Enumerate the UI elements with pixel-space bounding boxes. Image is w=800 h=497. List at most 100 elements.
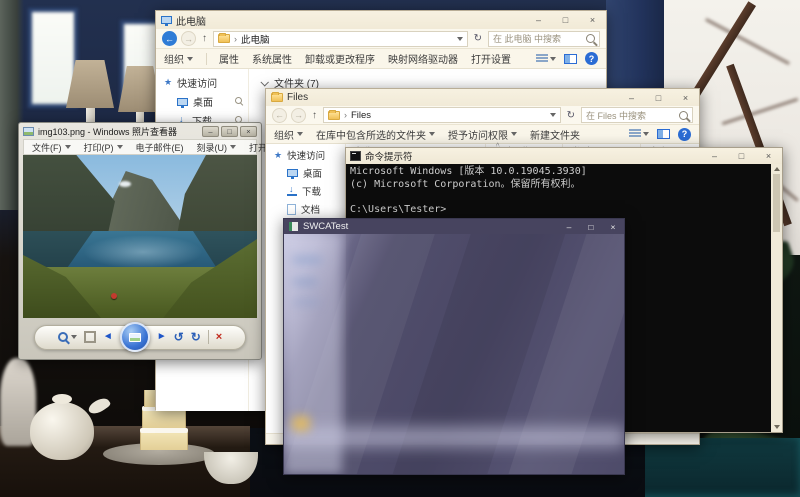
actual-size-button[interactable] — [84, 331, 96, 343]
maximize-button[interactable]: □ — [552, 11, 579, 29]
cmd-icon — [350, 151, 361, 161]
play-slideshow-button[interactable] — [120, 322, 150, 352]
minimize-button[interactable]: – — [558, 219, 580, 234]
uninstall-program-button[interactable]: 卸载或更改程序 — [305, 51, 375, 66]
previous-button[interactable]: ◄ — [103, 332, 113, 342]
menu-burn[interactable]: 刻录(U) — [197, 141, 237, 154]
up-button[interactable]: ↑ — [200, 33, 209, 44]
forward-button[interactable]: → — [181, 31, 196, 46]
sidebar-item-desktop[interactable]: 桌面 — [266, 164, 345, 182]
preview-pane-icon[interactable] — [657, 129, 670, 139]
wallpaper-teapot — [30, 402, 94, 460]
help-icon[interactable]: ? — [678, 128, 691, 141]
quick-access-star-icon: ★ — [164, 77, 172, 88]
cmd-scrollbar[interactable] — [771, 164, 782, 432]
chevron-down-icon — [71, 335, 77, 339]
menu-print[interactable]: 打印(P) — [84, 141, 123, 154]
chevron-down-icon — [511, 132, 517, 136]
new-folder-button[interactable]: 新建文件夹 — [530, 127, 580, 142]
sidebar-item-documents[interactable]: 文档 — [266, 200, 345, 218]
up-button[interactable]: ↑ — [310, 110, 319, 121]
chevron-down-icon — [643, 132, 649, 136]
document-icon — [287, 204, 296, 215]
breadcrumb-separator: › — [344, 110, 347, 120]
divider — [206, 53, 207, 65]
rotate-right-button[interactable]: ↻ — [191, 331, 201, 343]
forward-button[interactable]: → — [291, 108, 306, 123]
breadcrumb[interactable]: Files — [351, 110, 371, 121]
system-properties-button[interactable]: 系统属性 — [252, 51, 292, 66]
sidebar-item-downloads[interactable]: 下载 — [266, 182, 345, 200]
minimize-button[interactable]: – — [525, 11, 552, 29]
sidebar-item-quick-access[interactable]: ★ 快速访问 — [156, 73, 248, 92]
cmd-line: Microsoft Windows [版本 10.0.19045.3930] — [350, 166, 767, 179]
menu-email[interactable]: 电子邮件(E) — [136, 141, 184, 154]
back-button[interactable]: ← — [272, 108, 287, 123]
help-icon[interactable]: ? — [585, 52, 598, 65]
maximize-button[interactable]: □ — [645, 89, 672, 106]
preview-pane-icon[interactable] — [564, 54, 577, 64]
close-button[interactable]: × — [755, 148, 782, 164]
close-button[interactable]: × — [602, 219, 624, 234]
menu-file[interactable]: 文件(F) — [32, 141, 71, 154]
this-pc-icon — [161, 16, 172, 24]
breadcrumb[interactable]: 此电脑 — [241, 32, 270, 46]
scrollbar-thumb[interactable] — [773, 174, 780, 232]
refresh-button[interactable]: ↻ — [565, 110, 577, 121]
desktop-icon — [287, 169, 298, 177]
swca-title: SWCATest — [303, 221, 348, 232]
organize-button[interactable]: 组织 — [164, 51, 193, 66]
blurred-folder-ghost — [292, 416, 310, 431]
address-field[interactable]: › 此电脑 — [213, 31, 468, 47]
next-button[interactable]: ► — [157, 332, 167, 342]
open-settings-button[interactable]: 打开设置 — [471, 51, 511, 66]
search-placeholder: 在 此电脑 中搜索 — [493, 32, 561, 45]
organize-button[interactable]: 组织 — [274, 127, 303, 142]
delete-button[interactable]: × — [216, 332, 222, 343]
wallpaper-teapot-spout — [87, 395, 112, 417]
back-button[interactable]: ← — [162, 31, 177, 46]
grant-access-button[interactable]: 授予访问权限 — [448, 127, 517, 142]
minimize-button[interactable]: – — [701, 148, 728, 164]
search-input[interactable]: 在 此电脑 中搜索 — [488, 31, 600, 47]
search-input[interactable]: 在 Files 中搜索 — [581, 107, 693, 123]
properties-button[interactable]: 属性 — [219, 51, 239, 66]
files-titlebar: Files – □ × — [266, 89, 699, 106]
photo-viewer-toolbar: ◄ ► ↺ ↻ × — [34, 325, 246, 350]
maximize-button[interactable]: □ — [580, 219, 602, 234]
views-button[interactable] — [629, 129, 649, 139]
map-network-drive-button[interactable]: 映射网络驱动器 — [388, 51, 458, 66]
sidebar-item-desktop[interactable]: 桌面 — [156, 92, 248, 111]
close-button[interactable]: × — [579, 11, 606, 29]
minimize-button[interactable]: – — [618, 89, 645, 106]
zoom-button[interactable] — [58, 332, 77, 342]
close-button[interactable]: × — [672, 89, 699, 106]
refresh-button[interactable]: ↻ — [472, 33, 484, 44]
files-addressbar: ← → ↑ › Files ↻ 在 Files 中搜索 — [266, 106, 699, 125]
maximize-button[interactable]: □ — [221, 126, 238, 137]
include-in-library-button[interactable]: 在库中包含所选的文件夹 — [316, 127, 435, 142]
minimize-button[interactable]: – — [202, 126, 219, 137]
maximize-button[interactable]: □ — [728, 148, 755, 164]
address-field[interactable]: › Files — [323, 107, 561, 123]
address-dropdown-icon[interactable] — [550, 113, 556, 117]
search-icon — [586, 34, 595, 43]
folders-section-header[interactable]: 文件夹 (7) — [249, 69, 606, 90]
swca-app-icon — [289, 222, 298, 231]
search-icon — [679, 111, 688, 120]
cmd-titlebar: 命令提示符 – □ × — [346, 148, 782, 164]
close-button[interactable]: × — [240, 126, 257, 137]
rotate-left-button[interactable]: ↺ — [174, 331, 184, 343]
scroll-down-icon[interactable] — [774, 425, 780, 429]
cmd-prompt: C:\Users\Tester> — [350, 204, 767, 217]
photo-red-figure — [111, 293, 117, 299]
scroll-up-icon[interactable] — [774, 167, 780, 171]
blurred-item-ghost — [292, 278, 318, 286]
sidebar-item-quick-access[interactable]: ★ 快速访问 — [266, 146, 345, 164]
photo-snow-patch — [119, 181, 131, 187]
chevron-down-icon — [230, 145, 236, 149]
wallpaper-teapot-lid — [52, 394, 72, 404]
address-dropdown-icon[interactable] — [457, 37, 463, 41]
views-button[interactable] — [536, 54, 556, 64]
this-pc-addressbar: ← → ↑ › 此电脑 ↻ 在 此电脑 中搜索 — [156, 29, 606, 49]
